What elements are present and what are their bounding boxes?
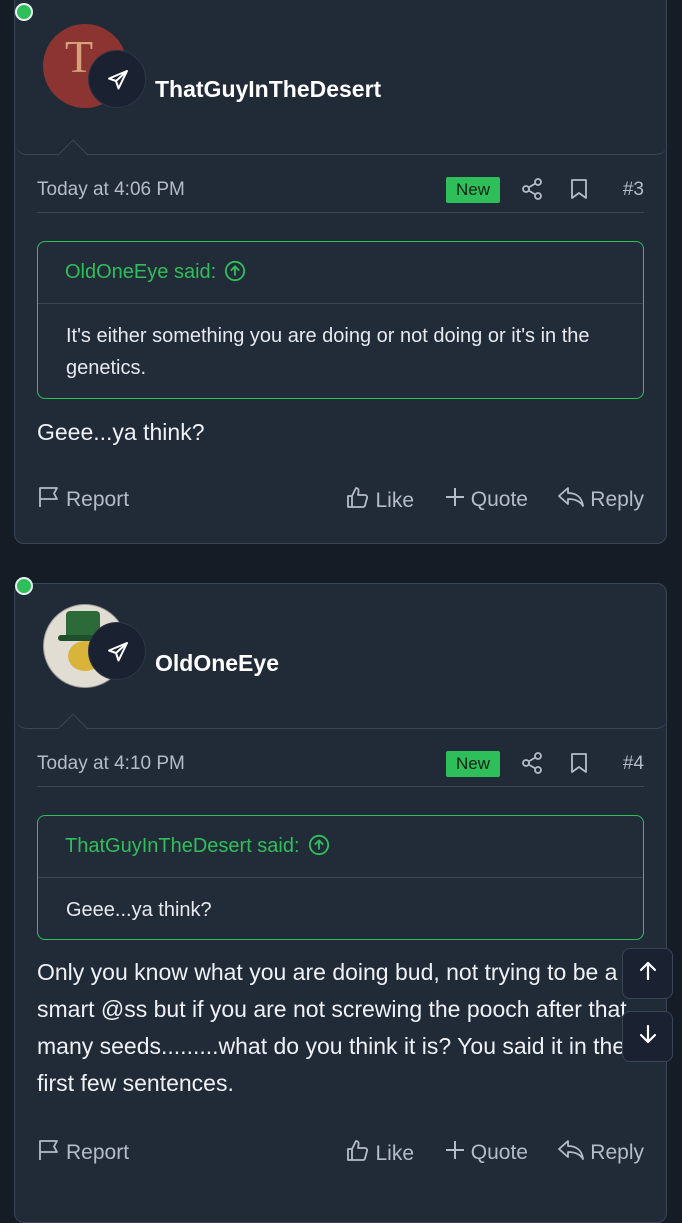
username[interactable]: OldOneEye (155, 650, 279, 677)
arrow-up-circle-icon[interactable] (300, 834, 330, 857)
reply-button[interactable]: Reply (557, 1139, 644, 1167)
reply-icon (557, 1139, 585, 1167)
reply-label: Reply (590, 1141, 644, 1164)
user-block-arrow (57, 139, 89, 171)
report-button[interactable]: Report (37, 1139, 129, 1167)
thumbs-up-icon (346, 1139, 370, 1169)
quote-block: ThatGuyInTheDesert said: Geee...ya think… (37, 815, 644, 940)
online-status-indicator (15, 3, 33, 21)
quote-header[interactable]: ThatGuyInTheDesert said: (38, 816, 643, 878)
plus-icon (444, 1139, 466, 1167)
scroll-to-top-button[interactable] (622, 948, 673, 999)
arrow-down-icon (637, 1023, 659, 1050)
telegram-icon (88, 622, 146, 680)
quote-label: Quote (470, 488, 528, 511)
like-button[interactable]: Like (346, 1139, 414, 1169)
post-actions: Report Like Quote Reply (37, 486, 644, 516)
post-meta: Today at 4:10 PM New #4 (37, 745, 644, 787)
quote-label: Quote (470, 1141, 528, 1164)
arrow-up-icon (637, 960, 659, 987)
new-badge: New (446, 177, 500, 203)
quote-text: It's either something you are doing or n… (66, 325, 590, 379)
quote-header[interactable]: OldOneEye said: (38, 242, 643, 304)
share-icon[interactable] (520, 177, 544, 206)
reply-icon (557, 486, 585, 514)
quote-author: OldOneEye said: (65, 261, 217, 283)
reply-label: Reply (590, 488, 644, 511)
post-meta: Today at 4:06 PM New #3 (37, 171, 644, 213)
post-actions: Report Like Quote Reply (37, 1139, 644, 1169)
quote-author: ThatGuyInTheDesert said: (65, 835, 300, 857)
plus-icon (444, 486, 466, 514)
post-number[interactable]: #3 (623, 179, 644, 201)
reply-button[interactable]: Reply (557, 486, 644, 514)
like-label: Like (375, 1142, 414, 1165)
quote-button[interactable]: Quote (444, 486, 528, 514)
arrow-up-circle-icon[interactable] (216, 260, 246, 283)
flag-icon (37, 486, 61, 514)
post-body: Geee...ya think? (37, 419, 205, 445)
bookmark-icon[interactable] (568, 751, 590, 780)
quote-button[interactable]: Quote (444, 1139, 528, 1167)
like-label: Like (375, 489, 414, 512)
online-status-indicator (15, 577, 33, 595)
report-button[interactable]: Report (37, 486, 129, 514)
post-body: Only you know what you are doing bud, no… (37, 959, 627, 1096)
post-number[interactable]: #4 (623, 753, 644, 775)
post-4: OldOneEye Today at 4:10 PM New #4 ThatGu… (14, 583, 668, 1223)
post-time[interactable]: Today at 4:10 PM (37, 753, 185, 775)
flag-icon (37, 1139, 61, 1167)
user-block-arrow (57, 713, 89, 745)
new-badge: New (446, 751, 500, 777)
username[interactable]: ThatGuyInTheDesert (155, 76, 381, 103)
post-time[interactable]: Today at 4:06 PM (37, 179, 185, 201)
user-info: T ThatGuyInTheDesert (15, 0, 668, 171)
bookmark-icon[interactable] (568, 177, 590, 206)
thumbs-up-icon (346, 486, 370, 516)
like-button[interactable]: Like (346, 486, 414, 516)
quote-block: OldOneEye said: It's either something yo… (37, 241, 644, 399)
share-icon[interactable] (520, 751, 544, 780)
quote-text: Geee...ya think? (66, 899, 212, 921)
user-info: OldOneEye (15, 584, 668, 745)
report-label: Report (66, 488, 130, 511)
scroll-to-bottom-button[interactable] (622, 1011, 673, 1062)
report-label: Report (66, 1141, 130, 1164)
telegram-icon (88, 50, 146, 108)
post-3: T ThatGuyInTheDesert Today at 4:06 PM Ne… (14, 0, 668, 544)
